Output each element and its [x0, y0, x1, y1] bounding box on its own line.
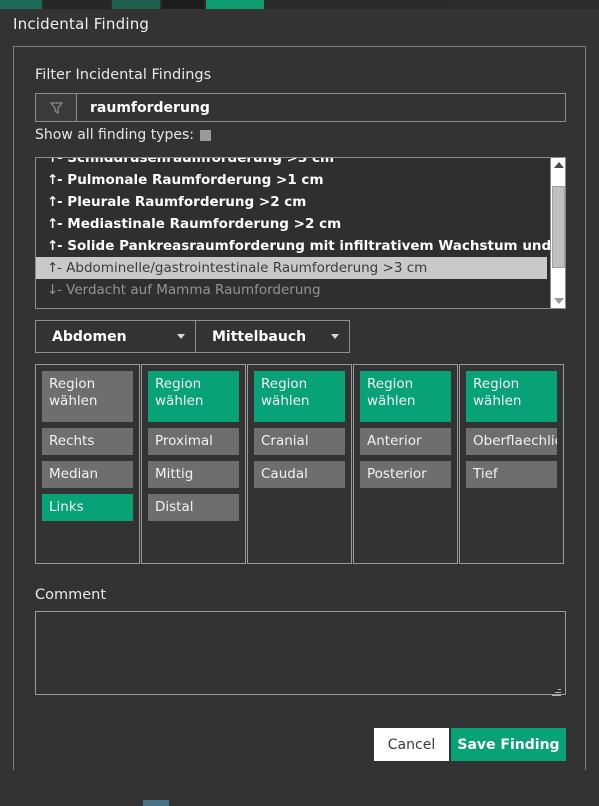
- list-item[interactable]: ↑- Mediastinale Raumforderung >2 cm: [36, 213, 550, 235]
- region-select-button[interactable]: Region wählen: [466, 371, 557, 422]
- save-finding-button[interactable]: Save Finding: [451, 728, 566, 761]
- trend-arrow-icon: ↑: [47, 194, 59, 210]
- region-option-button[interactable]: Proximal: [148, 428, 239, 455]
- list-item[interactable]: ↑- Pulmonale Raumforderung >1 cm: [36, 169, 550, 191]
- region-select-button[interactable]: Region wählen: [360, 371, 451, 422]
- findings-list-rows: ↑- Schilddrüsenraumforderung >3 cm ↑- Pu…: [36, 158, 550, 301]
- background-taskbar-item: [143, 800, 169, 806]
- list-item-label: - Pleurale Raumforderung >2 cm: [57, 194, 307, 210]
- region-option-button[interactable]: Distal: [148, 494, 239, 521]
- comment-section-label: Comment: [35, 587, 107, 603]
- region-select-button[interactable]: Region wählen: [42, 371, 133, 422]
- page-title: Incidental Finding: [13, 15, 150, 33]
- region-select-button[interactable]: Region wählen: [148, 371, 239, 422]
- body-subregion-select[interactable]: Mittelbauch: [195, 320, 350, 353]
- region-option-button-selected[interactable]: Links: [42, 494, 133, 521]
- trend-arrow-icon: ↑: [47, 158, 59, 166]
- region-option-button[interactable]: Tief: [466, 461, 557, 488]
- scroll-down-icon[interactable]: [551, 294, 565, 308]
- region-option-button[interactable]: Cranial: [254, 428, 345, 455]
- list-item-label: - Abdominelle/gastrointestinale Raumford…: [57, 260, 428, 276]
- region-column-depth: Region wählen Oberflaechlich Tief: [459, 364, 564, 564]
- show-all-checkbox[interactable]: [200, 130, 211, 141]
- scroll-up-icon[interactable]: [551, 158, 565, 172]
- funnel-icon[interactable]: [36, 94, 77, 121]
- trend-arrow-icon: ↑: [47, 260, 59, 276]
- region-option-button[interactable]: Rechts: [42, 428, 133, 455]
- chevron-down-icon: [331, 334, 339, 339]
- body-region-select[interactable]: Abdomen: [35, 320, 196, 353]
- body-region-value: Abdomen: [52, 328, 127, 345]
- findings-list-viewport: ↑- Schilddrüsenraumforderung >3 cm ↑- Pu…: [36, 158, 550, 308]
- incidental-finding-dialog: Incidental Finding Filter Incidental Fin…: [0, 0, 599, 806]
- background-bottom-strip: [0, 770, 599, 806]
- region-option-button[interactable]: Mittig: [148, 461, 239, 488]
- filter-section-label: Filter Incidental Findings: [35, 67, 212, 83]
- dialog-panel: Filter Incidental Findings raumforderung…: [13, 46, 586, 773]
- show-all-finding-types-row[interactable]: Show all finding types:: [35, 127, 211, 143]
- region-option-button[interactable]: Oberflaechlich: [466, 428, 557, 455]
- list-item-label: - Solide Pankreasraumforderung mit infil…: [57, 238, 550, 254]
- list-item-label: - Schilddrüsenraumforderung >3 cm: [57, 158, 335, 166]
- trend-arrow-icon: ↓: [47, 282, 59, 298]
- trend-arrow-icon: ↑: [47, 172, 59, 188]
- comment-textarea[interactable]: [35, 611, 566, 695]
- region-option-button[interactable]: Median: [42, 461, 133, 488]
- trend-arrow-icon: ↑: [47, 216, 59, 232]
- cancel-button[interactable]: Cancel: [374, 728, 449, 761]
- body-subregion-value: Mittelbauch: [212, 328, 307, 345]
- list-item-label: - Verdacht auf Mamma Raumforderung: [57, 282, 321, 298]
- list-item-label: - Mediastinale Raumforderung >2 cm: [57, 216, 342, 232]
- region-column-craniocaudal: Region wählen Cranial Caudal: [247, 364, 352, 564]
- findings-list[interactable]: ↑- Schilddrüsenraumforderung >3 cm ↑- Pu…: [35, 157, 566, 309]
- list-item[interactable]: ↓- Verdacht auf Mamma Raumforderung: [36, 279, 550, 301]
- list-item[interactable]: ↑- Schilddrüsenraumforderung >3 cm: [36, 158, 550, 169]
- list-item-selected[interactable]: ↑- Abdominelle/gastrointestinale Raumfor…: [36, 257, 547, 279]
- list-item[interactable]: ↑- Pleurale Raumforderung >2 cm: [36, 191, 550, 213]
- chevron-down-icon: [177, 334, 185, 339]
- region-selects: Abdomen Mittelbauch: [35, 320, 350, 353]
- region-option-button[interactable]: Posterior: [360, 461, 451, 488]
- region-column-longitudinal: Region wählen Proximal Mittig Distal: [141, 364, 246, 564]
- background-app-strip: [0, 0, 599, 9]
- region-option-button[interactable]: Anterior: [360, 428, 451, 455]
- findings-list-scrollbar[interactable]: [550, 158, 565, 308]
- trend-arrow-icon: ↑: [47, 238, 59, 254]
- list-item-label: - Pulmonale Raumforderung >1 cm: [57, 172, 324, 188]
- region-select-button[interactable]: Region wählen: [254, 371, 345, 422]
- search-input[interactable]: raumforderung: [77, 94, 565, 121]
- region-option-button[interactable]: Caudal: [254, 461, 345, 488]
- region-button-grid: Region wählen Rechts Median Links Region…: [35, 364, 566, 564]
- scrollbar-thumb[interactable]: [552, 186, 565, 268]
- region-column-laterality: Region wählen Rechts Median Links: [35, 364, 140, 564]
- list-item[interactable]: ↑- Solide Pankreasraumforderung mit infi…: [36, 235, 550, 257]
- filter-input-row[interactable]: raumforderung: [35, 93, 566, 122]
- region-column-anteroposterior: Region wählen Anterior Posterior: [353, 364, 458, 564]
- show-all-label: Show all finding types:: [35, 127, 194, 143]
